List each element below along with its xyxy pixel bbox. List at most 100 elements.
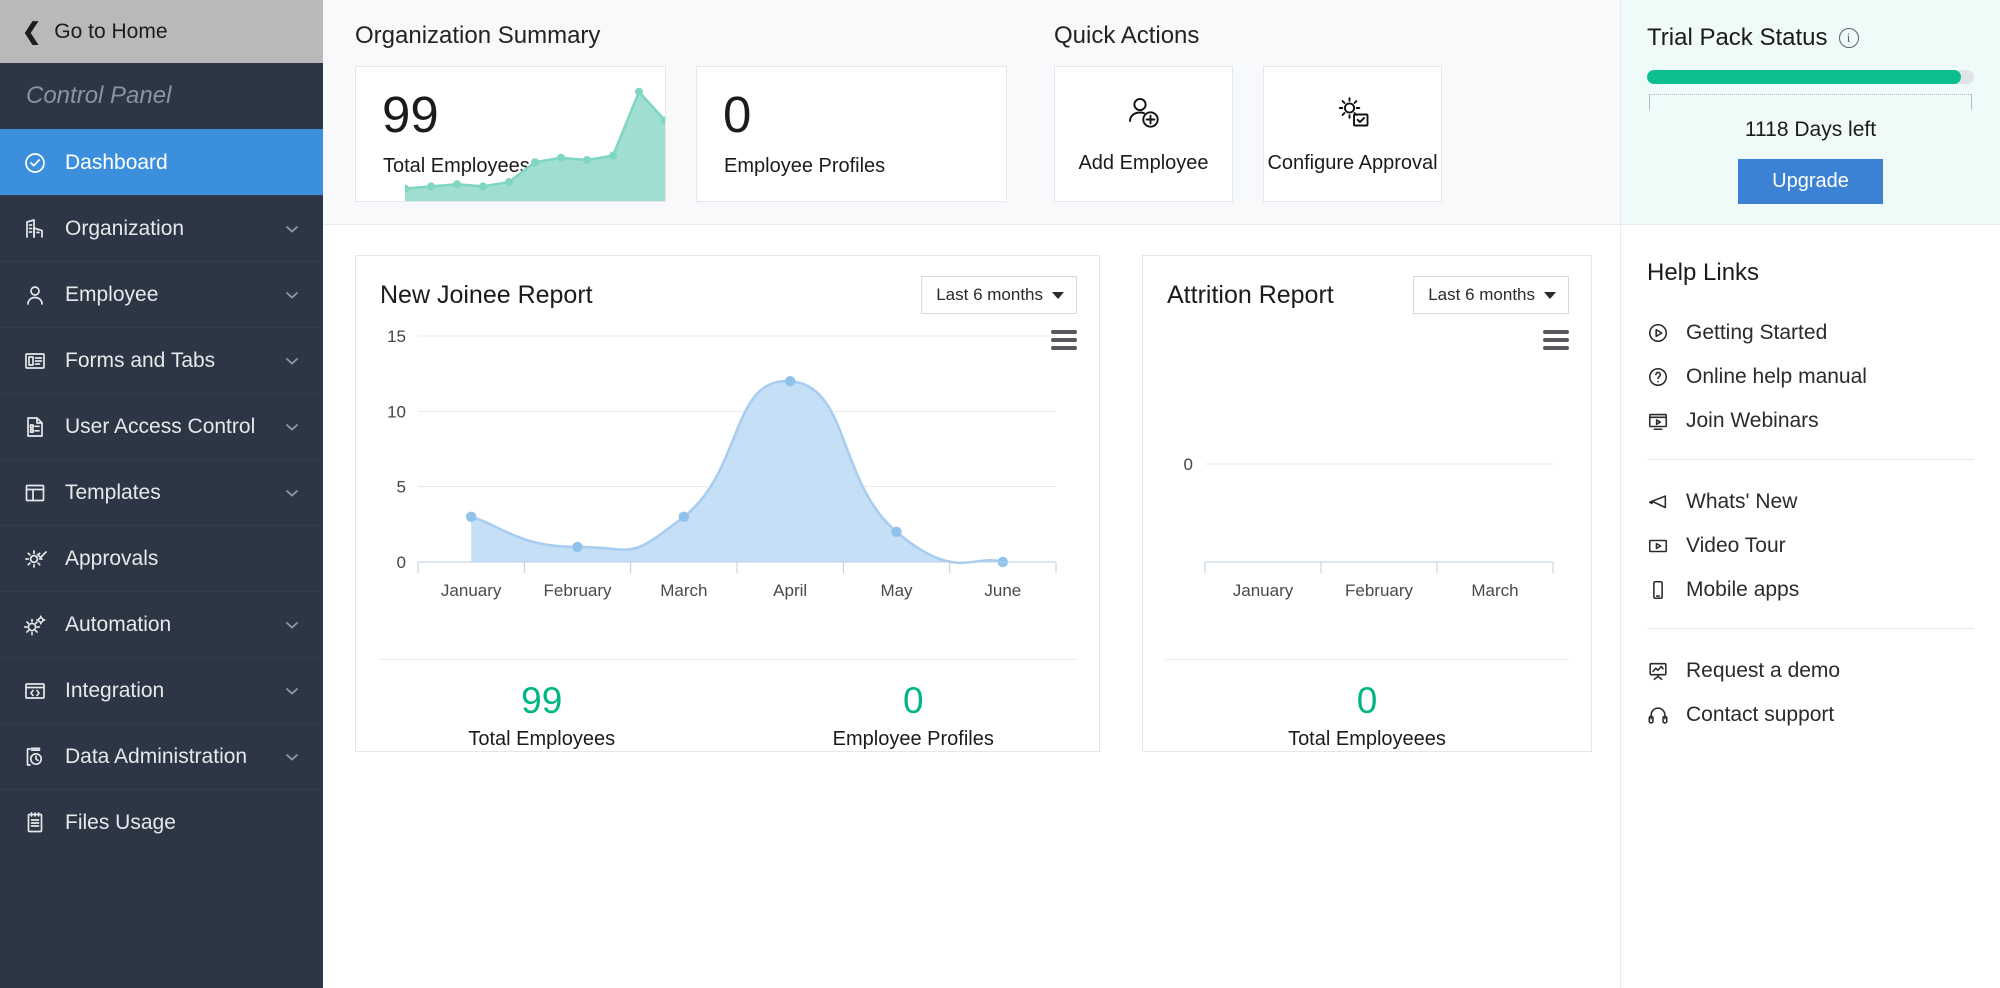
help-links-title: Help Links xyxy=(1647,259,1974,287)
help-link-label: Mobile apps xyxy=(1686,578,1799,602)
stat-value: 0 xyxy=(1143,682,1591,721)
sidebar-item-automation[interactable]: Automation xyxy=(0,591,323,657)
trial-progress-track xyxy=(1647,70,1974,84)
summary-card-total-employees[interactable]: 99 Total Employees xyxy=(355,66,666,202)
spacer xyxy=(283,814,301,832)
help-link-online-help-manual[interactable]: Online help manual xyxy=(1647,355,1974,399)
stat-total-employees: 99 Total Employees xyxy=(356,682,728,751)
stat-label: Total Employeees xyxy=(1143,728,1591,751)
sidebar-item-data-administration[interactable]: Data Administration xyxy=(0,723,323,789)
sidebar-item-forms-and-tabs[interactable]: Forms and Tabs xyxy=(0,327,323,393)
right-panel: Trial Pack Status i 1118 Days left Upgra… xyxy=(1620,0,2000,988)
help-link-request-a-demo[interactable]: Request a demo xyxy=(1647,649,1974,693)
sidebar-item-label: Automation xyxy=(65,613,283,637)
help-link-label: Online help manual xyxy=(1686,365,1867,389)
go-to-home-label: Go to Home xyxy=(54,20,167,44)
total-employees-sparkline xyxy=(405,73,665,201)
notepad-icon xyxy=(22,810,48,836)
organization-summary-section: Organization Summary 99 Total Employees … xyxy=(355,22,1007,224)
sidebar-item-approvals[interactable]: Approvals xyxy=(0,525,323,591)
play-circle-icon xyxy=(1647,322,1669,344)
svg-text:March: March xyxy=(1471,581,1518,600)
help-link-mobile-apps[interactable]: Mobile apps xyxy=(1647,568,1974,612)
configure-approval-label: Configure Approval xyxy=(1267,152,1437,175)
new-joinee-stats: 99 Total Employees 0 Employee Profiles xyxy=(356,660,1099,751)
building-icon xyxy=(22,216,48,242)
go-to-home-button[interactable]: ❮ Go to Home xyxy=(0,0,323,63)
sidebar-item-label: Organization xyxy=(65,217,283,241)
megaphone-icon xyxy=(1647,491,1669,513)
access-document-icon xyxy=(22,414,48,440)
summary-card-employee-profiles[interactable]: 0 Employee Profiles xyxy=(696,66,1007,202)
help-link-label: Join Webinars xyxy=(1686,409,1819,433)
help-link-join-webinars[interactable]: Join Webinars xyxy=(1647,399,1974,443)
sidebar-item-files-usage[interactable]: Files Usage xyxy=(0,789,323,855)
sidebar-item-user-access-control[interactable]: User Access Control xyxy=(0,393,323,459)
attrition-menu-button[interactable] xyxy=(1543,330,1569,350)
new-joinee-area-chart: 051015JanuaryFebruaryMarchAprilMayJune xyxy=(356,314,1101,624)
employee-profiles-value: 0 xyxy=(723,89,751,140)
person-icon xyxy=(22,282,48,308)
stat-employee-profiles: 0 Employee Profiles xyxy=(728,682,1100,751)
main-content: Organization Summary 99 Total Employees … xyxy=(323,0,1620,988)
quick-actions-section: Quick Actions Add Employee xyxy=(1054,22,1442,224)
sidebar-nav-list: Dashboard Organization Employee Forms and T… xyxy=(0,129,323,855)
quick-action-configure-approval[interactable]: Configure Approval xyxy=(1263,66,1442,202)
organization-summary-title: Organization Summary xyxy=(355,22,1007,50)
trial-progress-ruler xyxy=(1649,94,1972,110)
help-links-group-1: Getting Started Online help manual Join We… xyxy=(1647,311,1974,443)
sidebar-item-organization[interactable]: Organization xyxy=(0,195,323,261)
stat-value: 99 xyxy=(356,682,728,721)
quick-action-add-employee[interactable]: Add Employee xyxy=(1054,66,1233,202)
new-joinee-chart-area: 051015JanuaryFebruaryMarchAprilMayJune xyxy=(356,314,1099,659)
new-joinee-report-title: New Joinee Report xyxy=(380,281,593,310)
headset-icon xyxy=(1647,704,1669,726)
help-links-group-3: Request a demo Contact support xyxy=(1647,649,1974,737)
help-links-group-2: Whats' New Video Tour Mobile apps xyxy=(1647,480,1974,612)
stat-value: 0 xyxy=(728,682,1100,721)
info-icon[interactable]: i xyxy=(1839,28,1859,48)
sidebar-item-label: Employee xyxy=(65,283,283,307)
forms-icon xyxy=(22,348,48,374)
attrition-range-dropdown[interactable]: Last 6 months xyxy=(1413,276,1569,314)
upgrade-button[interactable]: Upgrade xyxy=(1738,159,1883,204)
sidebar-item-employee[interactable]: Employee xyxy=(0,261,323,327)
top-summary-strip: Organization Summary 99 Total Employees … xyxy=(323,0,1620,225)
add-person-icon xyxy=(1124,93,1164,138)
new-joinee-report-panel: New Joinee Report Last 6 months 051015Ja… xyxy=(355,255,1100,752)
attrition-chart-area: 0JanuaryFebruaryMarch xyxy=(1143,314,1591,659)
quick-actions-title: Quick Actions xyxy=(1054,22,1442,50)
new-joinee-range-dropdown[interactable]: Last 6 months xyxy=(921,276,1077,314)
new-joinee-menu-button[interactable] xyxy=(1051,330,1077,350)
help-link-getting-started[interactable]: Getting Started xyxy=(1647,311,1974,355)
webinar-screen-icon xyxy=(1647,410,1669,432)
svg-text:April: April xyxy=(773,581,807,600)
sidebar-item-label: Approvals xyxy=(65,547,283,571)
help-link-label: Request a demo xyxy=(1686,659,1840,683)
help-link-whats-new[interactable]: Whats' New xyxy=(1647,480,1974,524)
svg-text:5: 5 xyxy=(397,478,406,497)
presentation-icon xyxy=(1647,660,1669,682)
svg-text:May: May xyxy=(880,581,913,600)
help-link-label: Video Tour xyxy=(1686,534,1786,558)
svg-text:0: 0 xyxy=(1184,455,1193,474)
help-link-video-tour[interactable]: Video Tour xyxy=(1647,524,1974,568)
sidebar-item-templates[interactable]: Templates xyxy=(0,459,323,525)
trial-days-left: 1118 Days left xyxy=(1647,118,1974,142)
svg-text:15: 15 xyxy=(387,327,406,346)
chevron-down-icon xyxy=(283,418,301,436)
video-icon xyxy=(1647,535,1669,557)
trial-pack-status-section: Trial Pack Status i 1118 Days left Upgra… xyxy=(1621,0,2000,225)
chevron-down-icon xyxy=(283,616,301,634)
sidebar-item-dashboard[interactable]: Dashboard xyxy=(0,129,323,195)
sidebar-item-integration[interactable]: Integration xyxy=(0,657,323,723)
svg-text:10: 10 xyxy=(387,402,406,421)
back-chevron-icon: ❮ xyxy=(22,20,41,43)
gears-icon xyxy=(22,612,48,638)
help-link-contact-support[interactable]: Contact support xyxy=(1647,693,1974,737)
attrition-range-label: Last 6 months xyxy=(1428,285,1535,305)
chevron-down-icon xyxy=(283,484,301,502)
sidebar-item-label: Templates xyxy=(65,481,283,505)
check-circle-icon xyxy=(22,150,48,176)
spacer xyxy=(283,550,301,568)
